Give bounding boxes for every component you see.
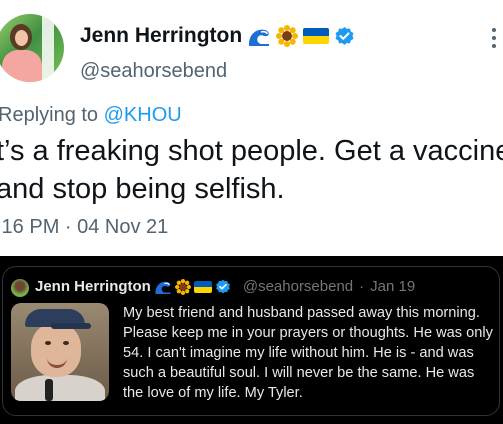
quoted-tweet[interactable]: Jenn Herrington @seahorsebend · Jan 19 M… — [2, 266, 500, 416]
author-row: Jenn Herrington — [80, 24, 355, 48]
tweet-timestamp[interactable]: :16 PM · 04 Nov 21 — [0, 216, 168, 239]
author-handle[interactable]: @seahorsebend — [80, 60, 227, 83]
quoted-author-name[interactable]: Jenn Herrington — [35, 278, 151, 295]
more-icon[interactable] — [492, 28, 497, 52]
quoted-tweet-text: My best friend and husband passed away t… — [123, 305, 493, 401]
quoted-header: Jenn Herrington @seahorsebend · Jan 19 — [35, 278, 415, 295]
sunflower-icon — [174, 278, 191, 295]
quoted-avatar[interactable] — [11, 279, 29, 297]
verified-badge-icon — [335, 26, 354, 45]
replying-prefix: Replying to — [0, 104, 104, 126]
author-name[interactable]: Jenn Herrington — [80, 24, 242, 48]
verified-badge-icon — [216, 279, 230, 293]
sunflower-icon — [276, 25, 299, 47]
ukraine-flag-icon — [193, 280, 212, 293]
replying-to: Replying to @KHOU — [0, 104, 182, 127]
wave-icon — [249, 29, 270, 46]
tweet-text: t’s a freaking shot people. Get a vaccin… — [0, 135, 503, 205]
quoted-author-handle[interactable]: @seahorsebend · — [240, 278, 367, 295]
separator-dot: · — [359, 278, 365, 295]
quoted-photo[interactable] — [11, 303, 109, 401]
avatar[interactable] — [0, 14, 64, 82]
ukraine-flag-icon — [303, 28, 330, 44]
replying-to-link[interactable]: @KHOU — [104, 104, 182, 126]
main-tweet: Jenn Herrington @seahorsebend Replying t… — [0, 0, 503, 256]
wave-icon — [155, 281, 171, 294]
quoted-date[interactable]: Jan 19 — [370, 278, 415, 295]
